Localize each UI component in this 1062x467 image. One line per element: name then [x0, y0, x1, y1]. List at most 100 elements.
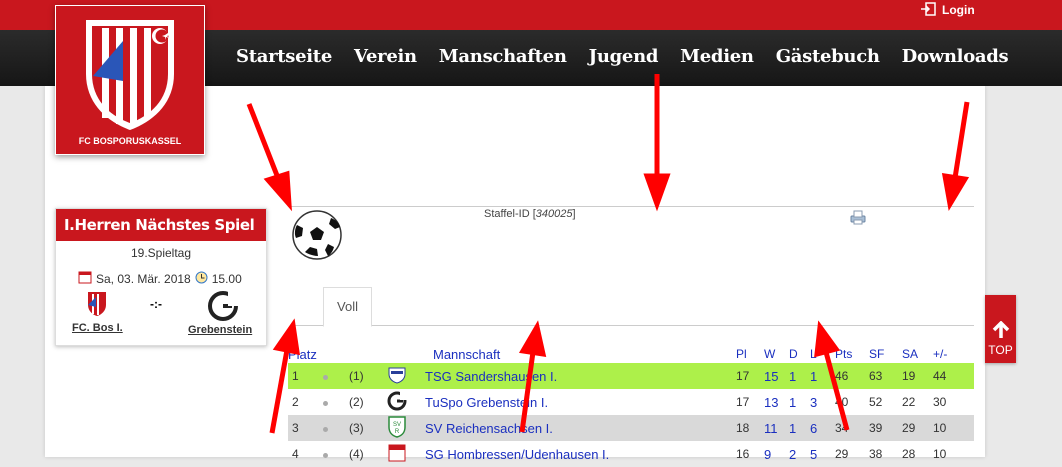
- row-sa: 29: [902, 415, 933, 441]
- login-link[interactable]: Login: [920, 1, 975, 19]
- match-time: 15.00: [211, 271, 242, 286]
- logo-caption: FC BOSPORUSKASSEL: [78, 136, 182, 146]
- row-pts: 29: [835, 447, 849, 461]
- row-w[interactable]: 15: [764, 363, 789, 389]
- row-pts: 40: [835, 395, 849, 409]
- trend-dot-icon: [323, 441, 349, 467]
- row-diff: 44: [933, 363, 974, 389]
- row-sf: 63: [869, 363, 902, 389]
- row-diff: 30: [933, 395, 947, 409]
- back-to-top-button[interactable]: TOP: [985, 295, 1016, 363]
- staffel-label: Staffel-ID [: [484, 208, 536, 220]
- nav-verein[interactable]: Verein: [354, 46, 417, 67]
- team-link[interactable]: TSG Sandershausen I.: [423, 363, 736, 389]
- clock-icon: [195, 271, 208, 287]
- header-pts[interactable]: Pts: [835, 345, 869, 363]
- header-diff[interactable]: +/-: [933, 345, 974, 363]
- header-team[interactable]: Mannschaft: [423, 345, 736, 363]
- row-pl: 18: [736, 415, 764, 441]
- nav-downloads[interactable]: Downloads: [902, 46, 1009, 67]
- table-row: 2 (2) TuSpo Grebenstein I. 17 13 1 3 40 …: [288, 389, 974, 415]
- row-rank: 2: [292, 395, 299, 409]
- team-link[interactable]: TuSpo Grebenstein I.: [423, 389, 736, 415]
- away-team-crest-icon: [208, 291, 238, 326]
- row-pl: 17: [736, 363, 764, 389]
- svg-text:SV: SV: [393, 422, 401, 428]
- row-pts: 46: [835, 363, 869, 389]
- league-table: Platz Mannschaft Pl W D L Pts SF SA +/- …: [288, 345, 974, 467]
- table-row: 3 (3) SV R SV Reichensachsen I. 18 11 1 6…: [288, 415, 974, 441]
- row-d[interactable]: 1: [789, 415, 810, 441]
- header-w[interactable]: W: [764, 345, 789, 363]
- away-team-link[interactable]: Grebenstein: [188, 324, 252, 336]
- row-d[interactable]: 1: [789, 363, 810, 389]
- club-crest-icon: [86, 20, 174, 130]
- print-icon[interactable]: [850, 210, 866, 230]
- row-pl: 16: [736, 447, 750, 461]
- login-icon: [920, 1, 936, 19]
- main-nav: Startseite Verein Manschaften Jugend Med…: [236, 46, 1030, 67]
- row-prev-rank: (2): [349, 395, 364, 409]
- staffel-id: Staffel-ID [340025]: [484, 208, 576, 220]
- trend-dot-icon: [323, 415, 349, 441]
- row-prev-rank: (4): [349, 447, 364, 461]
- soccer-ball-icon: [291, 209, 343, 266]
- team-link[interactable]: SV Reichensachsen I.: [423, 415, 736, 441]
- matchday: 19.Spieltag: [130, 246, 192, 260]
- nav-jugend[interactable]: Jugend: [589, 46, 659, 67]
- nav-gaestebuch[interactable]: Gästebuch: [776, 46, 880, 67]
- table-header-row: Platz Mannschaft Pl W D L Pts SF SA +/-: [288, 345, 974, 363]
- nav-manschaften[interactable]: Manschaften: [439, 46, 567, 67]
- header-rank[interactable]: Platz: [288, 345, 423, 363]
- header-d[interactable]: D: [789, 345, 810, 363]
- row-prev-rank: (1): [349, 363, 387, 389]
- row-rank: 1: [288, 363, 323, 389]
- home-team-link[interactable]: FC. Bos I.: [72, 322, 123, 334]
- row-sa: 19: [902, 363, 933, 389]
- nav-medien[interactable]: Medien: [680, 46, 754, 67]
- header-l[interactable]: L: [810, 345, 835, 363]
- team-crest-icon: SV R: [387, 415, 423, 441]
- row-l[interactable]: 5: [810, 441, 835, 467]
- staffel-id-value: 340025: [535, 208, 573, 220]
- row-sf: 39: [869, 415, 902, 441]
- row-d[interactable]: 1: [789, 389, 810, 415]
- tab-voll[interactable]: Voll: [323, 287, 372, 327]
- row-rank: 4: [292, 447, 299, 461]
- nav-startseite[interactable]: Startseite: [236, 46, 332, 67]
- trend-dot-icon: [323, 363, 349, 389]
- header-sf[interactable]: SF: [869, 345, 902, 363]
- row-sa: 22: [902, 395, 916, 409]
- row-l[interactable]: 3: [810, 389, 835, 415]
- row-sf: 38: [869, 447, 883, 461]
- team-crest-icon: [387, 441, 423, 467]
- row-rank: 3: [288, 415, 323, 441]
- staffel-close: ]: [572, 208, 576, 220]
- row-sf: 52: [869, 395, 883, 409]
- row-pl: 17: [736, 395, 750, 409]
- row-l[interactable]: 6: [810, 415, 835, 441]
- row-w[interactable]: 11: [764, 415, 789, 441]
- match-date: Sa, 03. Mär. 2018: [96, 271, 191, 286]
- row-w[interactable]: 9: [764, 441, 789, 467]
- row-d[interactable]: 2: [789, 441, 810, 467]
- calendar-icon: [78, 270, 92, 287]
- row-prev-rank: (3): [349, 415, 387, 441]
- arrow-up-icon: [985, 320, 1016, 342]
- tab-rule: [290, 325, 974, 326]
- next-match-widget: I.Herren Nächstes Spiel 19.Spieltag Sa, …: [55, 208, 267, 346]
- header-sa[interactable]: SA: [902, 345, 933, 363]
- home-team-crest-icon: [86, 291, 108, 322]
- club-logo[interactable]: FC BOSPORUSKASSEL: [55, 5, 205, 155]
- row-w[interactable]: 13: [764, 389, 789, 415]
- row-l[interactable]: 1: [810, 363, 835, 389]
- score-separator: -:-: [150, 297, 162, 311]
- team-link[interactable]: SG Hombressen/Udenhausen I.: [423, 441, 736, 467]
- header-pl[interactable]: Pl: [736, 345, 764, 363]
- table-row: 1 (1) TSG Sandershausen I. 17 15 1 1 46 …: [288, 363, 974, 389]
- row-sa: 28: [902, 447, 916, 461]
- header-rule: [290, 206, 974, 207]
- row-pts: 34: [835, 415, 869, 441]
- login-label: Login: [942, 3, 975, 17]
- svg-text:R: R: [395, 429, 400, 435]
